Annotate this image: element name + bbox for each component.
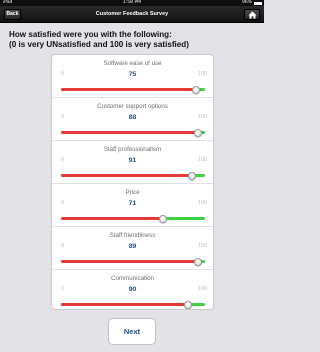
rating-label: Communication — [111, 275, 154, 282]
slider-thumb[interactable] — [188, 172, 197, 180]
slider-max-label: 100 — [197, 71, 207, 77]
survey-question: How satisfied were you with the followin… — [9, 30, 259, 50]
page-title: Customer Feedback Survey — [95, 11, 169, 17]
question-line-2: (0 is very UNsatisfied and 100 is very s… — [9, 40, 189, 49]
slider-low-fill — [61, 131, 198, 134]
rating-row: Software ease of use 75 0 100 — [52, 55, 213, 98]
rating-label: Staff professionalism — [103, 146, 162, 153]
slider-min-label: 0 — [61, 243, 65, 249]
slider-min-label: 0 — [61, 157, 65, 163]
rating-label: Price — [125, 189, 140, 196]
rating-row: Customer support options 88 0 100 — [52, 98, 213, 141]
slider-min-label: 0 — [61, 71, 65, 77]
slider-high-fill — [163, 217, 205, 220]
next-button[interactable]: Next — [108, 318, 156, 345]
navigation-bar: Back Customer Feedback Survey — [0, 6, 264, 23]
rating-value: 75 — [128, 71, 137, 78]
rating-row: Price 71 0 100 — [52, 184, 213, 227]
home-icon — [248, 11, 257, 19]
slider-thumb[interactable] — [183, 301, 192, 309]
slider-max-label: 100 — [197, 243, 207, 249]
slider-max-label: 100 — [197, 157, 207, 163]
slider-min-label: 0 — [61, 200, 65, 206]
rating-row: Communication 90 0 100 — [52, 270, 213, 309]
rating-value: 71 — [128, 200, 137, 207]
slider-max-label: 100 — [197, 114, 207, 120]
rating-row: Staff professionalism 91 0 100 — [52, 141, 213, 184]
rating-slider-track[interactable] — [61, 217, 205, 220]
slider-low-fill — [61, 174, 193, 177]
slider-max-label: 100 — [197, 200, 207, 206]
rating-label: Staff friendliness — [109, 232, 156, 239]
slider-thumb[interactable] — [159, 215, 168, 223]
slider-max-label: 100 — [197, 286, 207, 292]
slider-low-fill — [61, 88, 197, 91]
home-button[interactable] — [244, 9, 260, 20]
battery-icon — [254, 1, 262, 5]
rating-slider-track[interactable] — [61, 174, 205, 177]
rating-row: Staff friendliness 89 0 100 — [52, 227, 213, 270]
rating-value: 89 — [128, 243, 137, 250]
slider-thumb[interactable] — [192, 86, 201, 94]
slider-min-label: 0 — [61, 114, 65, 120]
rating-slider-track[interactable] — [61, 260, 205, 263]
rating-value: 88 — [128, 114, 137, 121]
rating-label: Software ease of use — [103, 60, 162, 67]
rating-value: 90 — [128, 286, 137, 293]
rating-value: 91 — [128, 157, 137, 164]
slider-thumb[interactable] — [193, 129, 202, 137]
rating-slider-track[interactable] — [61, 88, 205, 91]
slider-low-fill — [61, 260, 198, 263]
slider-low-fill — [61, 303, 188, 306]
slider-low-fill — [61, 217, 164, 220]
question-line-1: How satisfied were you with the followin… — [9, 30, 172, 39]
rating-slider-track[interactable] — [61, 131, 205, 134]
rating-label: Customer support options — [97, 103, 168, 110]
slider-thumb[interactable] — [193, 258, 202, 266]
slider-min-label: 0 — [61, 286, 65, 292]
rating-list: Software ease of use 75 0 100 Customer suppo… — [51, 54, 214, 310]
